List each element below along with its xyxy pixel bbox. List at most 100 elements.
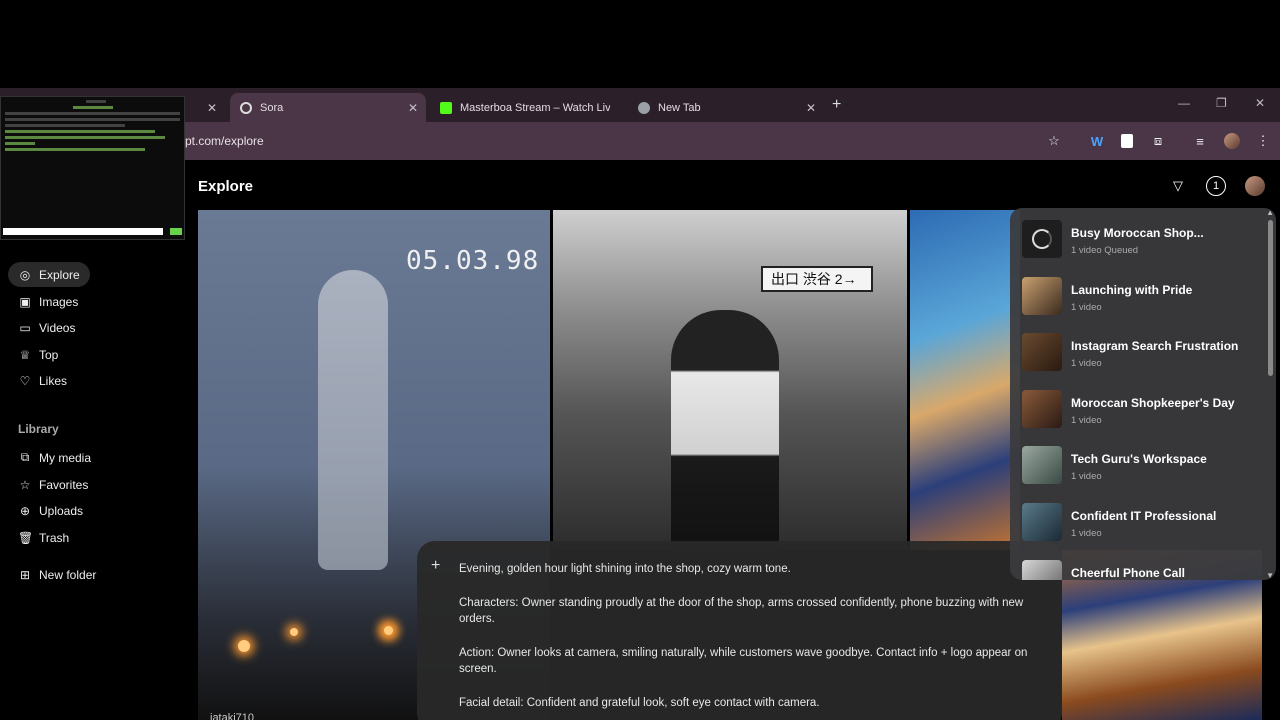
queue-item[interactable]: Confident IT Professional 1 video <box>1022 503 1262 545</box>
queue-item[interactable]: Tech Guru's Workspace 1 video <box>1022 446 1262 488</box>
fire-light <box>290 628 298 636</box>
queue-item[interactable]: Moroccan Shopkeeper's Day 1 video <box>1022 390 1262 432</box>
avatar[interactable] <box>1245 176 1265 196</box>
extension-icon[interactable]: W <box>1087 131 1107 151</box>
profile-avatar[interactable] <box>1222 131 1242 151</box>
close-window-icon[interactable]: ✕ <box>1255 96 1265 110</box>
overlay-line <box>5 142 35 145</box>
queue-item-subtitle: 1 video <box>1071 415 1102 426</box>
scrollbar[interactable] <box>1268 220 1273 376</box>
sidebar-item-uploads[interactable]: ⊕ Uploads <box>8 498 93 523</box>
minimize-icon[interactable]: — <box>1178 96 1190 110</box>
media-control-icon[interactable]: ≡ <box>1190 131 1210 151</box>
page-title: Explore <box>198 178 254 195</box>
queue-thumbnail <box>1022 560 1062 580</box>
sidebar-item-label: Top <box>39 347 59 362</box>
overlay-input[interactable] <box>3 228 163 235</box>
sidebar-item-label: My media <box>39 450 92 465</box>
queue-item-title: Busy Moroccan Shop... <box>1071 226 1204 240</box>
compass-icon: ◎ <box>19 267 31 282</box>
sidebar-item-videos[interactable]: ▭ Videos <box>8 315 85 340</box>
upload-icon: ⊕ <box>19 503 31 518</box>
sidebar-item-trash[interactable]: 🗑 Trash <box>8 525 79 550</box>
sidebar-item-new-folder[interactable]: ⊞ New folder <box>8 562 106 587</box>
prompt-text[interactable]: Evening, golden hour light shining into … <box>459 561 1049 720</box>
menu-kebab-icon[interactable]: ⋮ <box>1253 131 1273 151</box>
tab-close-icon[interactable]: ✕ <box>408 101 418 115</box>
queue-thumbnail <box>1022 446 1062 484</box>
maximize-icon[interactable]: ❐ <box>1216 96 1227 110</box>
overlay-send-button[interactable] <box>170 228 182 235</box>
alien-figure <box>318 270 388 570</box>
address-bar: pt.com/explore ☆ W ⧈ ≡ ⋮ <box>0 122 1280 160</box>
generation-queue-panel: ▲ ▼ Busy Moroccan Shop... 1 video Queued… <box>1010 208 1276 580</box>
media-tile-painting[interactable] <box>910 210 1020 550</box>
queue-item-title: Instagram Search Frustration <box>1071 339 1239 353</box>
queue-item-subtitle: 1 video <box>1071 302 1102 313</box>
sidebar: ◎ Explore ▣ Images ▭ Videos ♕ Top ♡ Like… <box>0 160 185 720</box>
tab-unnamed[interactable]: ✕ <box>185 93 225 122</box>
queue-item-subtitle: 1 video <box>1071 471 1102 482</box>
prompt-panel[interactable]: + Evening, golden hour light shining int… <box>417 541 1062 720</box>
queue-item[interactable]: Busy Moroccan Shop... 1 video Queued <box>1022 220 1262 262</box>
creator-username[interactable]: jataki710 <box>210 712 254 720</box>
tab-close-icon[interactable]: ✕ <box>207 101 217 115</box>
library-heading: Library <box>18 422 59 436</box>
activity-count-badge[interactable]: 1 <box>1206 176 1226 196</box>
scroll-up-icon[interactable]: ▲ <box>1266 208 1274 217</box>
prompt-line: Action: Owner looks at camera, smiling n… <box>459 646 1028 676</box>
prompt-line: Facial detail: Confident and grateful lo… <box>459 696 820 709</box>
queue-thumbnail <box>1022 503 1062 541</box>
trash-icon: 🗑 <box>18 530 34 545</box>
overlay-line <box>73 106 113 109</box>
filter-icon[interactable]: ▽ <box>1168 176 1188 196</box>
sidebar-item-favorites[interactable]: ☆ Favorites <box>8 472 98 497</box>
tab-masterboa-stream[interactable]: Masterboa Stream – Watch Live <box>430 93 626 122</box>
date-overlay: 05.03.98 <box>406 246 540 276</box>
queue-item[interactable]: Instagram Search Frustration 1 video <box>1022 333 1262 375</box>
queue-item-subtitle: 1 video Queued <box>1071 245 1139 256</box>
queue-item[interactable]: Cheerful Phone Call <box>1022 560 1262 580</box>
sidebar-item-label: Explore <box>39 267 80 282</box>
queue-item[interactable]: Launching with Pride 1 video <box>1022 277 1262 319</box>
folder-plus-icon: ⊞ <box>19 567 31 582</box>
extensions-puzzle-icon[interactable]: ⧈ <box>1148 131 1168 151</box>
sidebar-item-label: Likes <box>39 373 68 388</box>
sidebar-item-images[interactable]: ▣ Images <box>8 289 88 314</box>
overlay-line <box>5 148 145 151</box>
queue-item-subtitle: 1 video <box>1071 358 1102 369</box>
tab-close-icon[interactable]: ✕ <box>806 101 816 115</box>
queue-item-title: Launching with Pride <box>1071 283 1193 297</box>
trophy-icon: ♕ <box>19 347 31 362</box>
url-field[interactable]: pt.com/explore <box>185 134 264 148</box>
kick-favicon-icon <box>440 101 452 114</box>
queue-thumbnail <box>1022 390 1062 428</box>
star-icon: ☆ <box>19 477 31 492</box>
sidebar-item-top[interactable]: ♕ Top <box>8 342 68 367</box>
tab-label: Sora <box>260 101 284 114</box>
media-icon: ⧉ <box>20 450 30 464</box>
screen-top-bar <box>0 0 1280 88</box>
overlay-line <box>86 100 106 103</box>
chat-overlay-window <box>0 96 185 240</box>
new-tab-button[interactable]: + <box>832 96 841 114</box>
overlay-line <box>5 136 165 139</box>
sidebar-item-label: Uploads <box>39 503 84 518</box>
loading-spinner-icon <box>1022 220 1062 258</box>
sidebar-item-likes[interactable]: ♡ Likes <box>8 368 77 393</box>
queue-item-title: Cheerful Phone Call <box>1071 566 1186 580</box>
tab-sora[interactable]: Sora ✕ <box>230 93 426 122</box>
tab-new-tab[interactable]: New Tab ✕ <box>628 93 824 122</box>
overlay-line <box>5 118 180 121</box>
fire-light <box>238 640 250 652</box>
tab-bar: ✕ Sora ✕ Masterboa Stream – Watch Live N… <box>0 88 1280 122</box>
sidebar-item-explore[interactable]: ◎ Explore <box>8 262 90 287</box>
scroll-down-icon[interactable]: ▼ <box>1266 571 1274 580</box>
bookmark-star-icon[interactable]: ☆ <box>1044 131 1064 151</box>
sidebar-item-my-media[interactable]: ⧉ My media <box>8 445 101 470</box>
extension-icon[interactable] <box>1117 131 1137 151</box>
media-tile-subway-girl[interactable]: 出口 渋谷 2→ <box>553 210 907 550</box>
sidebar-item-label: Videos <box>39 320 76 335</box>
add-icon[interactable]: + <box>431 557 440 575</box>
heart-icon: ♡ <box>19 373 31 388</box>
